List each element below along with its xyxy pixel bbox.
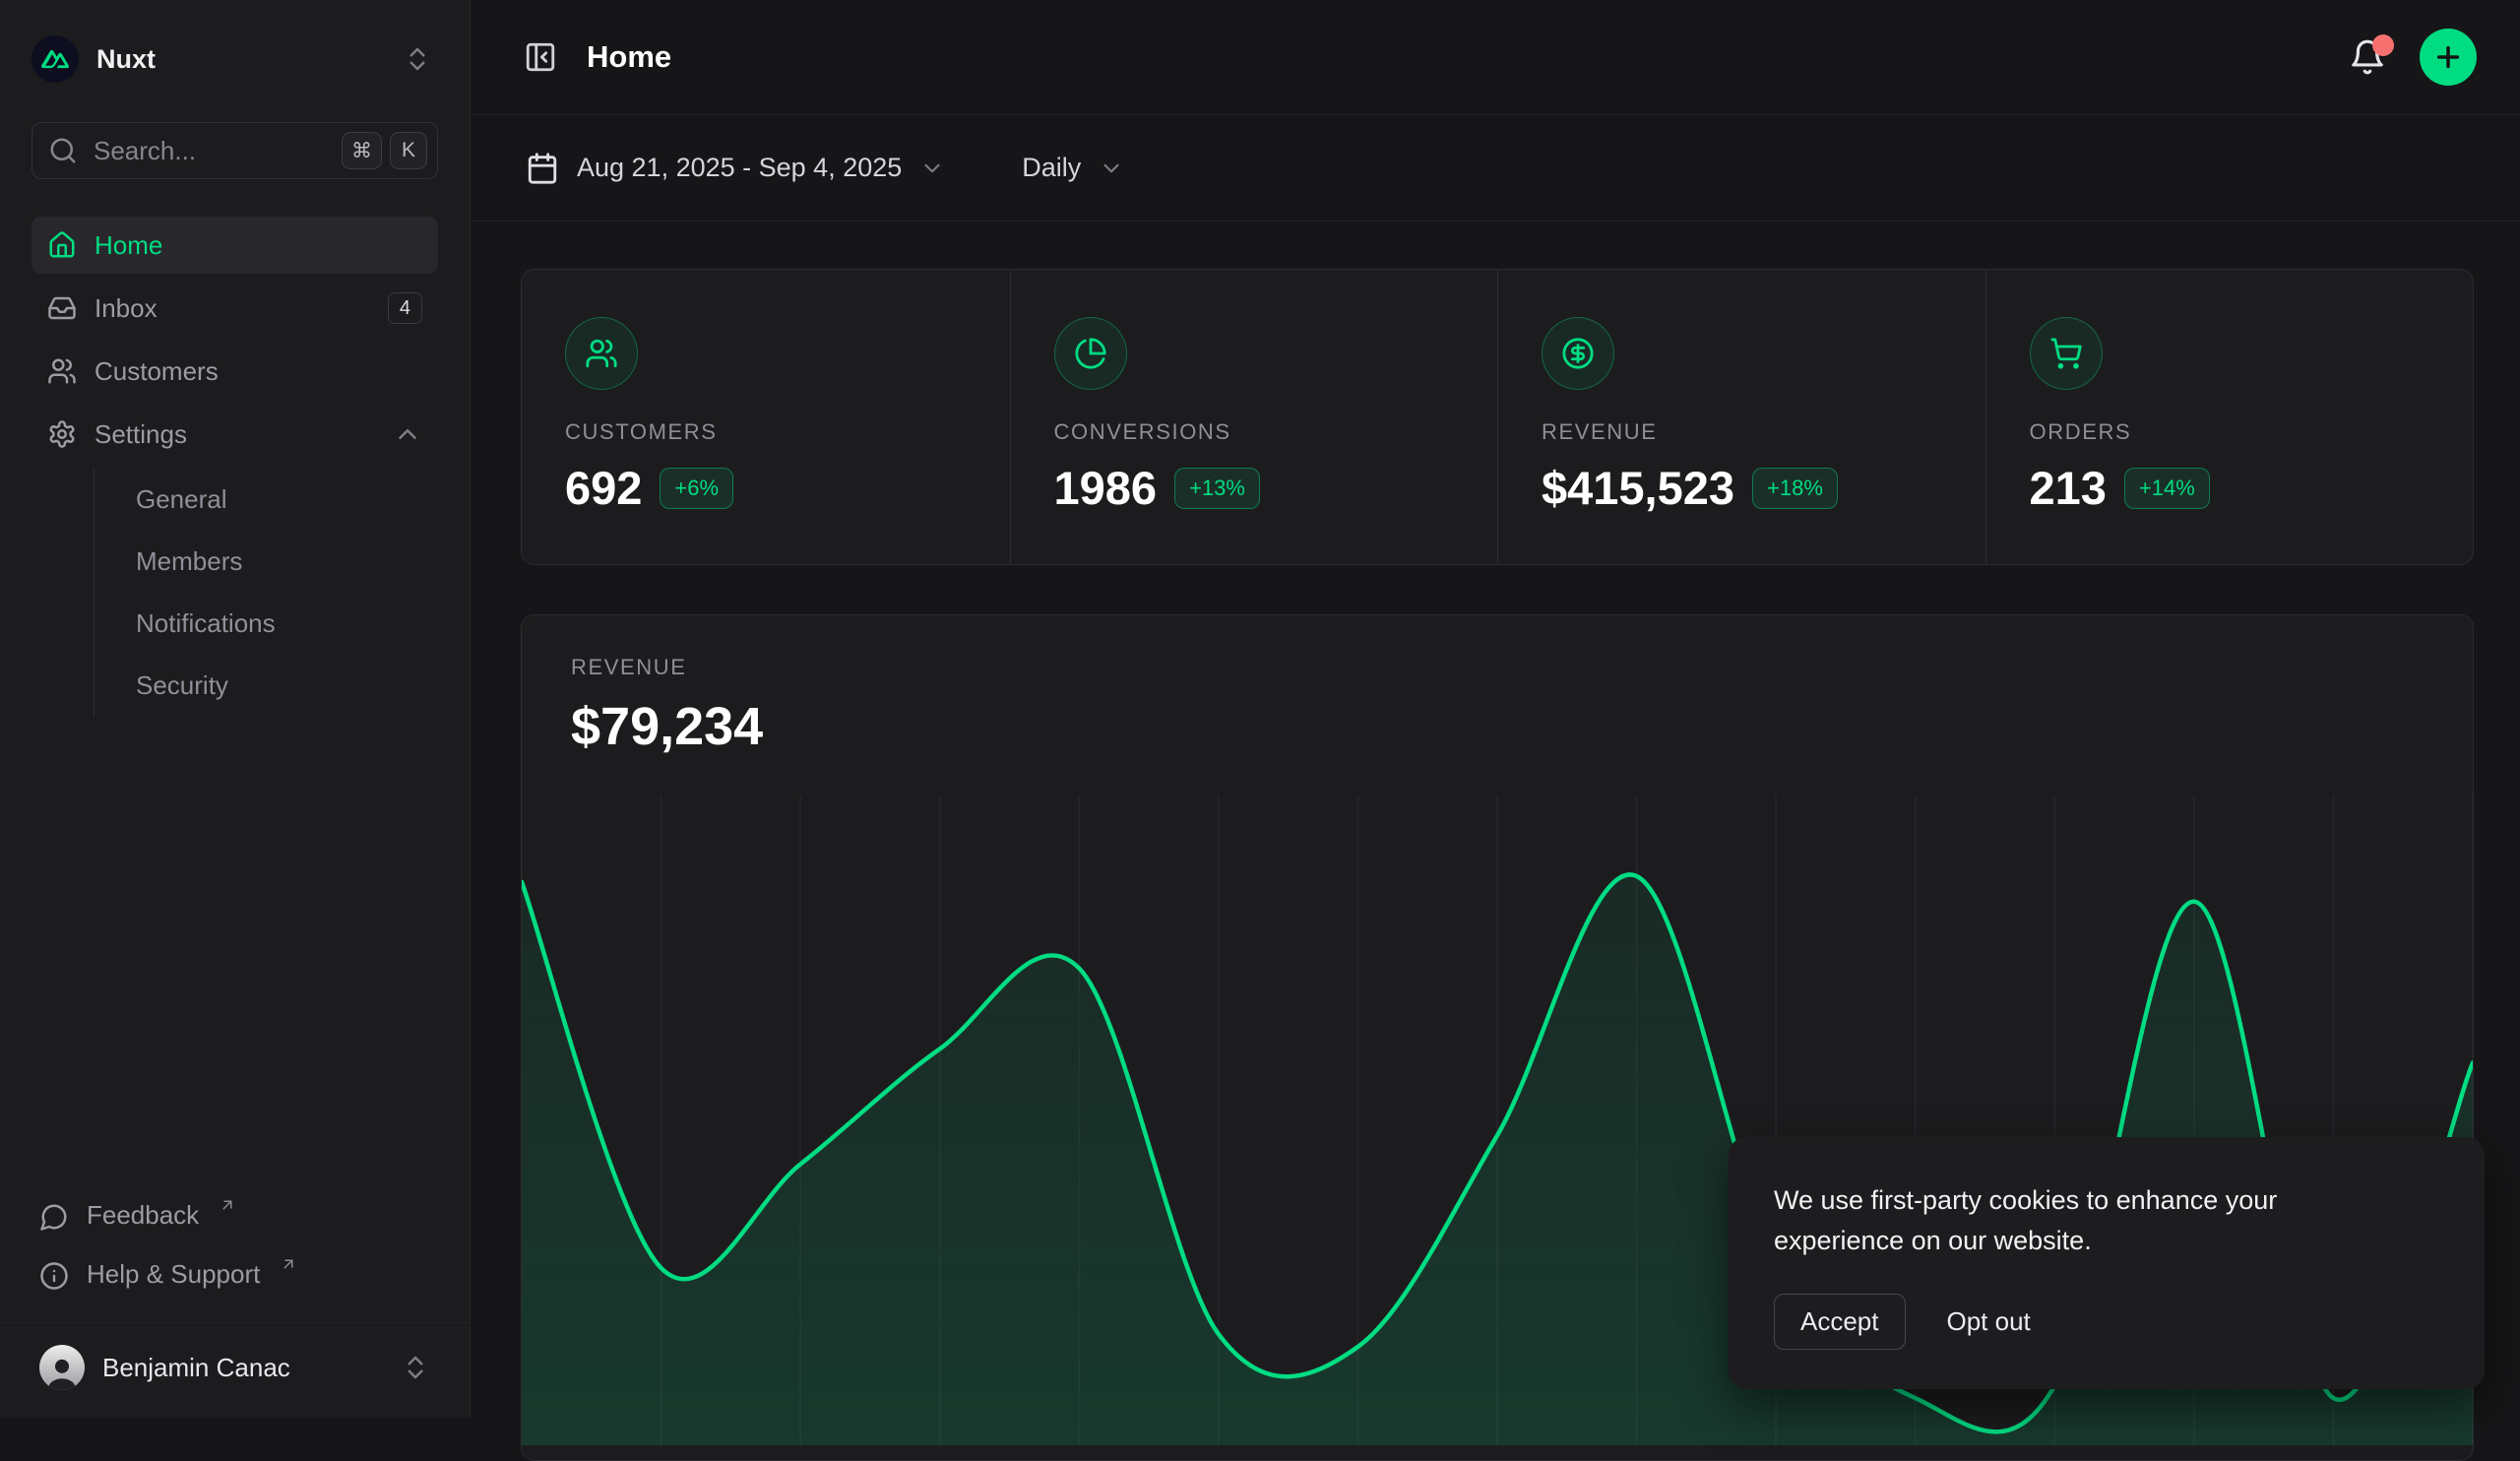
settings-subnav: General Members Notifications Security (94, 469, 438, 717)
search-placeholder: Search... (94, 136, 326, 166)
stat-delta-badge: +14% (2124, 468, 2210, 509)
search-input[interactable]: Search... ⌘ K (32, 122, 438, 179)
workspace-name: Nuxt (96, 44, 156, 75)
sidebar-item-customers[interactable]: Customers (32, 343, 438, 400)
chat-bubble-icon (39, 1202, 69, 1232)
sidebar-item-label: Inbox (94, 293, 158, 324)
sidebar-item-security[interactable]: Security (94, 655, 438, 717)
sidebar-item-general[interactable]: General (94, 469, 438, 531)
stat-revenue[interactable]: REVENUE $415,523 +18% (1497, 270, 1985, 564)
sidebar: Nuxt Search... ⌘ K Home Inbox 4 (0, 0, 471, 1418)
stat-customers[interactable]: CUSTOMERS 692 +6% (522, 270, 1010, 564)
stat-orders[interactable]: ORDERS 213 +14% (1985, 270, 2474, 564)
feedback-label: Feedback (87, 1200, 199, 1231)
stat-value: $415,523 (1542, 461, 1734, 515)
external-link-icon (280, 1255, 297, 1273)
search-icon (48, 136, 78, 165)
user-name: Benjamin Canac (102, 1353, 290, 1383)
feedback-link[interactable]: Feedback (32, 1186, 438, 1245)
stat-conversions[interactable]: CONVERSIONS 1986 +13% (1010, 270, 1498, 564)
nuxt-logo-icon (32, 35, 79, 83)
cookie-banner: We use first-party cookies to enhance yo… (1729, 1137, 2485, 1389)
kbd-command: ⌘ (342, 132, 382, 169)
chevrons-up-down-icon[interactable] (397, 38, 438, 80)
sidebar-item-home[interactable]: Home (32, 217, 438, 274)
sidebar-item-settings[interactable]: Settings (32, 406, 438, 463)
stat-value: 1986 (1054, 461, 1158, 515)
stat-value: 213 (2030, 461, 2107, 515)
sidebar-item-inbox[interactable]: Inbox 4 (32, 280, 438, 337)
cookie-message: We use first-party cookies to enhance yo… (1774, 1180, 2394, 1260)
stat-label: CONVERSIONS (1054, 419, 1455, 445)
cookie-accept-button[interactable]: Accept (1774, 1294, 1906, 1350)
info-circle-icon (39, 1261, 69, 1291)
home-icon (47, 230, 77, 260)
avatar (39, 1345, 85, 1390)
page-title: Home (587, 39, 671, 75)
filter-toolbar: Aug 21, 2025 - Sep 4, 2025 Daily (471, 115, 2520, 222)
circle-dollar-icon (1561, 337, 1595, 370)
workspace-switcher[interactable]: Nuxt (32, 30, 438, 89)
stats-row: CUSTOMERS 692 +6% CONVERSIONS 1986 +13% (521, 269, 2474, 565)
user-menu[interactable]: Benjamin Canac (32, 1323, 438, 1398)
stat-value: 692 (565, 461, 642, 515)
pie-chart-icon (1074, 337, 1107, 370)
search-shortcut: ⌘ K (342, 132, 427, 169)
external-link-icon (219, 1196, 236, 1214)
chevron-down-icon (1099, 156, 1124, 181)
users-icon (47, 356, 77, 386)
chevron-up-icon (393, 419, 422, 449)
revenue-chart-value: $79,234 (571, 696, 2424, 757)
shopping-cart-icon (2049, 337, 2083, 370)
page-header: Home (471, 0, 2520, 115)
help-support-link[interactable]: Help & Support (32, 1245, 438, 1304)
date-range-value: Aug 21, 2025 - Sep 4, 2025 (577, 153, 902, 183)
help-support-label: Help & Support (87, 1259, 260, 1290)
stat-delta-badge: +13% (1174, 468, 1260, 509)
inbox-icon (47, 293, 77, 323)
granularity-select[interactable]: Daily (1016, 152, 1130, 184)
panel-left-close-icon (524, 40, 557, 74)
chevron-down-icon (919, 156, 945, 181)
revenue-chart-label: REVENUE (571, 655, 2424, 680)
add-button[interactable] (2420, 29, 2477, 86)
collapse-sidebar-button[interactable] (520, 36, 561, 78)
stat-delta-badge: +6% (660, 468, 733, 509)
notifications-button[interactable] (2345, 34, 2390, 80)
date-range-picker[interactable]: Aug 21, 2025 - Sep 4, 2025 (520, 151, 951, 186)
stat-label: ORDERS (2030, 419, 2430, 445)
kbd-k: K (390, 132, 427, 169)
sidebar-item-label: Home (94, 230, 162, 261)
chevrons-up-down-icon (401, 1353, 430, 1382)
sidebar-item-label: Customers (94, 356, 219, 387)
unread-dot (2372, 34, 2394, 56)
sidebar-spacer (32, 717, 438, 1186)
stat-delta-badge: +18% (1752, 468, 1838, 509)
users-icon (585, 337, 618, 370)
cookie-opt-out-button[interactable]: Opt out (1947, 1306, 2031, 1337)
sidebar-item-notifications[interactable]: Notifications (94, 593, 438, 655)
stat-label: CUSTOMERS (565, 419, 967, 445)
stat-label: REVENUE (1542, 419, 1942, 445)
header-actions (2345, 29, 2477, 86)
inbox-count-badge: 4 (388, 292, 422, 324)
gear-icon (47, 419, 77, 449)
calendar-icon (526, 152, 559, 185)
sidebar-nav: Home Inbox 4 Customers Settings General (32, 217, 438, 717)
granularity-value: Daily (1022, 153, 1081, 183)
plus-icon (2432, 41, 2464, 73)
sidebar-item-members[interactable]: Members (94, 531, 438, 593)
sidebar-item-label: Settings (94, 419, 187, 450)
